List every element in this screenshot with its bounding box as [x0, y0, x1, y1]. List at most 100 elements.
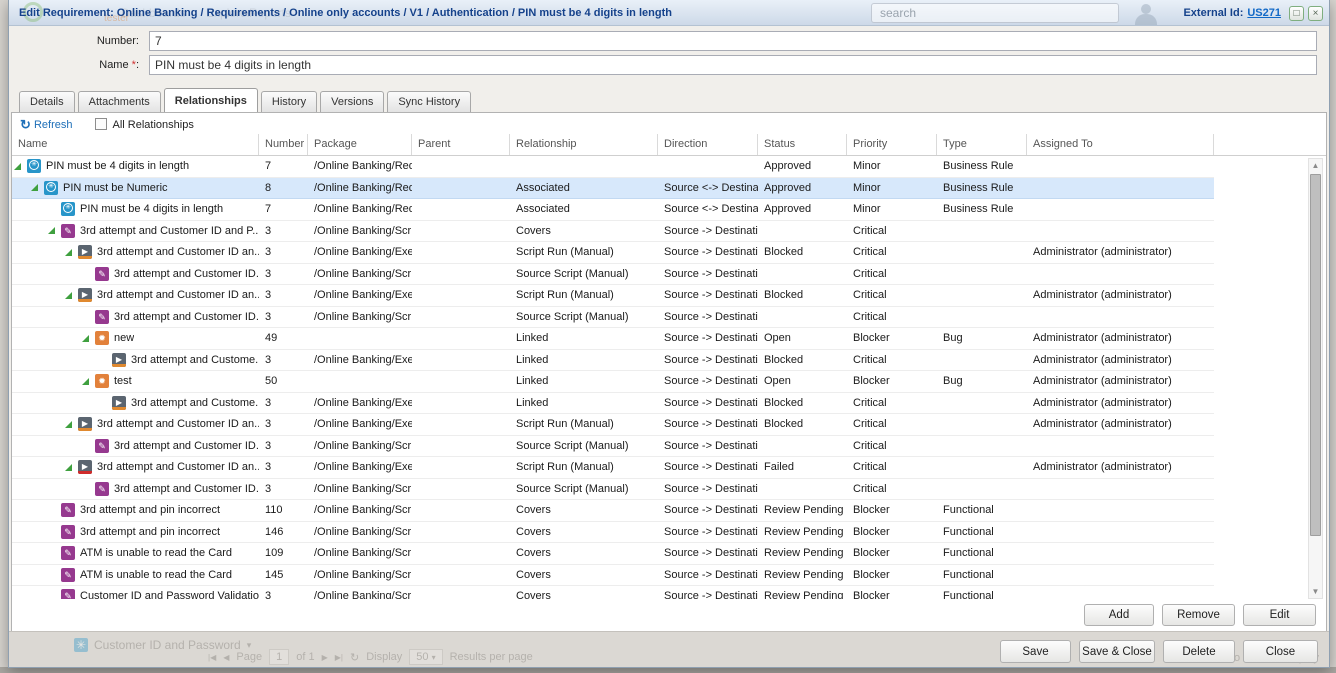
row-assigned-to: Administrator (administrator): [1027, 332, 1214, 344]
table-row[interactable]: ✎3rd attempt and Customer ID and P...3/O…: [12, 221, 1214, 243]
row-direction: Source -> Destinatio: [658, 225, 758, 237]
scroll-up-icon[interactable]: ▲: [1309, 159, 1322, 172]
prev-page-icon: ◀: [223, 653, 229, 662]
column-header-name[interactable]: Name: [12, 134, 259, 155]
column-header-assigned-to[interactable]: Assigned To: [1027, 134, 1214, 155]
tab-sync-history[interactable]: Sync History: [387, 91, 471, 112]
table-row[interactable]: ✳PIN must be 4 digits in length7/Online …: [12, 199, 1214, 221]
row-name: ✳PIN must be Numeric: [12, 181, 259, 195]
table-row[interactable]: ▶3rd attempt and Customer ID an...3/Onli…: [12, 242, 1214, 264]
tab-details[interactable]: Details: [19, 91, 75, 112]
table-row[interactable]: ✎3rd attempt and pin incorrect146/Online…: [12, 522, 1214, 544]
tab-relationships[interactable]: Relationships: [164, 88, 258, 112]
column-header-number[interactable]: Number: [259, 134, 308, 155]
first-page-icon: |◀: [208, 653, 216, 662]
tree-expander-icon[interactable]: [48, 227, 55, 234]
row-package: /Online Banking/Scr: [308, 440, 412, 452]
add-button[interactable]: Add: [1084, 604, 1154, 626]
bug-icon: ✹: [95, 374, 109, 388]
tab-history[interactable]: History: [261, 91, 317, 112]
row-direction: Source -> Destinatio: [658, 526, 758, 538]
tab-attachments[interactable]: Attachments: [78, 91, 161, 112]
vertical-scrollbar[interactable]: ▲ ▼: [1308, 158, 1323, 599]
all-relationships-checkbox[interactable]: [95, 118, 107, 130]
last-page-icon: ▶|: [335, 653, 343, 662]
column-header-package[interactable]: Package: [308, 134, 412, 155]
external-id-link[interactable]: US271: [1247, 7, 1281, 19]
column-header-direction[interactable]: Direction: [658, 134, 758, 155]
remove-button[interactable]: Remove: [1162, 604, 1235, 626]
tree-expander-icon[interactable]: [14, 163, 21, 170]
name-field[interactable]: [149, 55, 1317, 75]
avatar-body-shape: [1135, 14, 1157, 26]
scrollbar-thumb[interactable]: [1310, 174, 1321, 536]
row-priority: Blocker: [847, 547, 937, 559]
row-relationship: Associated: [510, 203, 658, 215]
table-row[interactable]: ▶3rd attempt and Customer ID an...3/Onli…: [12, 414, 1214, 436]
table-row[interactable]: ✎3rd attempt and pin incorrect110/Online…: [12, 500, 1214, 522]
table-row[interactable]: ✎ATM is unable to read the Card145/Onlin…: [12, 565, 1214, 587]
row-number: 146: [259, 526, 308, 538]
tab-versions[interactable]: Versions: [320, 91, 384, 112]
table-row[interactable]: ✹test50LinkedSource -> DestinatioOpenBlo…: [12, 371, 1214, 393]
close-window-icon[interactable]: ×: [1308, 6, 1323, 21]
table-row[interactable]: ✳PIN must be Numeric8/Online Banking/Req…: [12, 178, 1214, 200]
column-header-status[interactable]: Status: [758, 134, 847, 155]
save-close-button[interactable]: Save & Close: [1079, 640, 1155, 663]
row-name: ✹test: [12, 374, 259, 388]
row-priority: Critical: [847, 418, 937, 430]
row-name-label: PIN must be 4 digits in length: [80, 203, 223, 215]
row-priority: Minor: [847, 160, 937, 172]
tree-expander-icon[interactable]: [65, 249, 72, 256]
row-number: 3: [259, 397, 308, 409]
tree-expander-icon[interactable]: [82, 335, 89, 342]
table-row[interactable]: ▶3rd attempt and Customer ID an...3/Onli…: [12, 285, 1214, 307]
tree-expander-icon[interactable]: [65, 464, 72, 471]
row-status: Blocked: [758, 397, 847, 409]
table-row[interactable]: ✎ATM is unable to read the Card109/Onlin…: [12, 543, 1214, 565]
row-number: 3: [259, 461, 308, 473]
edit-button[interactable]: Edit: [1243, 604, 1316, 626]
table-row[interactable]: ✹new49LinkedSource -> DestinatioOpenBloc…: [12, 328, 1214, 350]
next-page-icon: ▶: [322, 653, 328, 662]
row-package: /Online Banking/Req: [308, 160, 412, 172]
table-row[interactable]: ✎3rd attempt and Customer ID...3/Online …: [12, 307, 1214, 329]
scroll-down-icon[interactable]: ▼: [1309, 585, 1322, 598]
table-row[interactable]: ▶3rd attempt and Custome...3/Online Bank…: [12, 350, 1214, 372]
tree-expander-icon[interactable]: [31, 184, 38, 191]
table-row[interactable]: ▶3rd attempt and Customer ID an...3/Onli…: [12, 457, 1214, 479]
script-run-blocked-icon: ▶: [78, 288, 92, 302]
table-row[interactable]: ▶3rd attempt and Custome...3/Online Bank…: [12, 393, 1214, 415]
row-package: /Online Banking/Scr: [308, 225, 412, 237]
requirement-fields: Number: Name *:: [9, 26, 1329, 88]
tree-expander-icon[interactable]: [65, 421, 72, 428]
table-row[interactable]: ✳PIN must be 4 digits in length7/Online …: [12, 156, 1214, 178]
table-row[interactable]: ✎Customer ID and Password Validation3/On…: [12, 586, 1214, 599]
column-header-priority[interactable]: Priority: [847, 134, 937, 155]
row-status: Approved: [758, 182, 847, 194]
restore-window-icon[interactable]: □: [1289, 6, 1304, 21]
row-direction: Source -> Destinatio: [658, 397, 758, 409]
row-name: ✎3rd attempt and pin incorrect: [12, 503, 259, 517]
number-field[interactable]: [149, 31, 1317, 51]
column-header-type[interactable]: Type: [937, 134, 1027, 155]
row-relationship: Covers: [510, 569, 658, 581]
row-priority: Blocker: [847, 375, 937, 387]
row-name: ✎3rd attempt and Customer ID...: [12, 310, 259, 324]
row-name-label: ATM is unable to read the Card: [80, 547, 232, 559]
tree-expander-icon[interactable]: [65, 292, 72, 299]
table-row[interactable]: ✎3rd attempt and Customer ID...3/Online …: [12, 264, 1214, 286]
script-run-blocked-icon: ▶: [78, 245, 92, 259]
table-row[interactable]: ✎3rd attempt and Customer ID...3/Online …: [12, 479, 1214, 501]
refresh-button[interactable]: ↻ Refresh: [20, 117, 73, 133]
row-relationship: Source Script (Manual): [510, 483, 658, 495]
table-row[interactable]: ✎3rd attempt and Customer ID...3/Online …: [12, 436, 1214, 458]
close-button[interactable]: Close: [1243, 640, 1318, 663]
delete-button[interactable]: Delete: [1163, 640, 1235, 663]
row-priority: Blocker: [847, 526, 937, 538]
row-type: Business Rule: [937, 182, 1027, 194]
column-header-parent[interactable]: Parent: [412, 134, 510, 155]
column-header-relationship[interactable]: Relationship: [510, 134, 658, 155]
save-button[interactable]: Save: [1000, 640, 1071, 663]
tree-expander-icon[interactable]: [82, 378, 89, 385]
